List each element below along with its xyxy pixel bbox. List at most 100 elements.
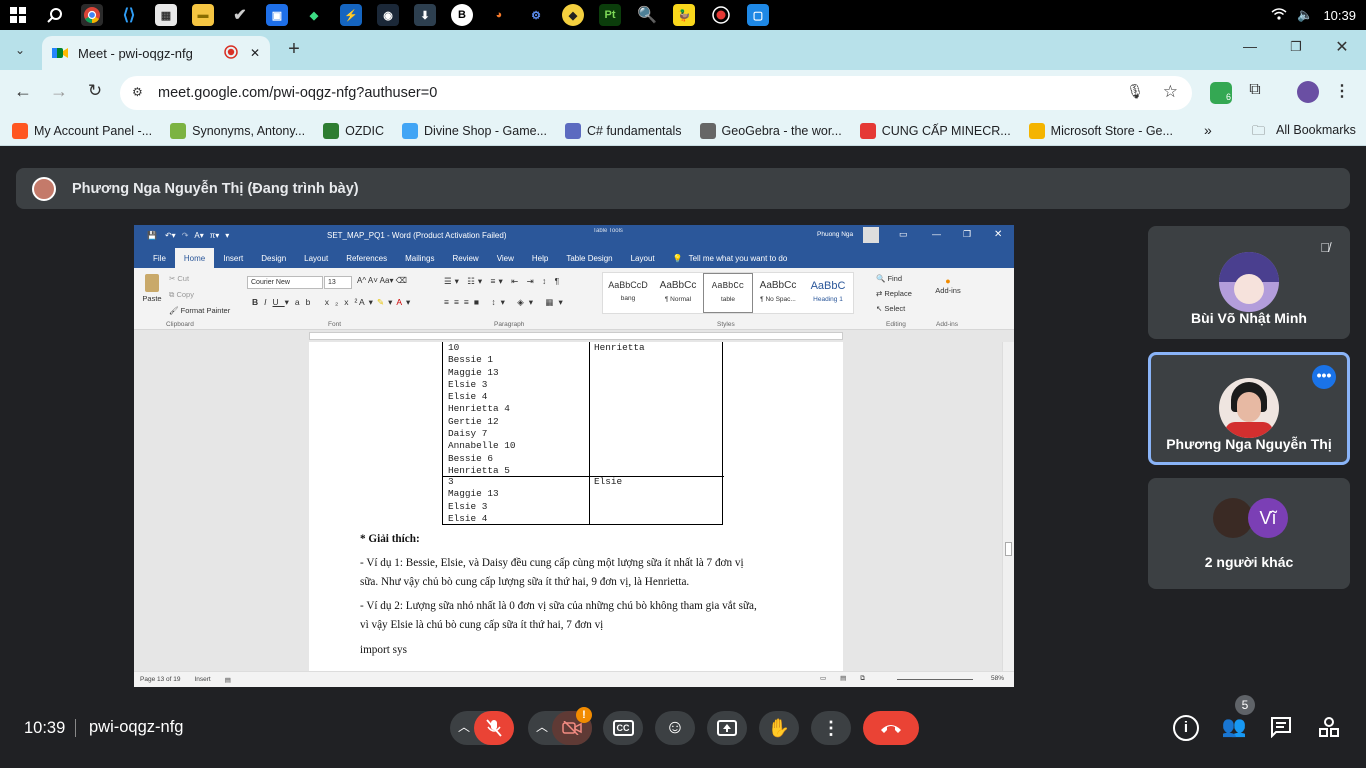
bookmark-item[interactable]: GeoGebra - the wor... [699,122,842,139]
select-button[interactable]: ↖ Select [876,304,905,313]
font-name-select[interactable]: Courier New [247,276,323,289]
zoom-level[interactable]: 58% [991,675,1004,682]
clock-time[interactable]: 10:39 [1323,8,1356,23]
tab-meet[interactable]: Meet - pwi-oqgz-nfg ✕ [42,36,270,70]
table-cell-input-2[interactable]: 3 Maggie 13 Elsie 3 Elsie 4 [448,476,499,525]
font-size-select[interactable]: 13 [324,276,352,289]
chrome-menu-icon[interactable]: ⋮ [1334,81,1350,103]
site-info-icon[interactable]: ⚙ [132,85,143,99]
cut-button[interactable]: ✂ Cut [169,274,189,283]
bookmarks-overflow-icon[interactable]: » [1204,122,1212,138]
tab-table-design[interactable]: Table Design [557,248,621,268]
close-window-button[interactable]: ✕ [1330,37,1354,61]
font-color-buttons[interactable]: A▾✎▾A▾ [359,297,414,308]
page-count[interactable]: Page 13 of 19 [140,676,180,683]
file-explorer-icon[interactable]: ▬ [192,4,214,26]
steam-icon[interactable]: ◉ [377,4,399,26]
save-icon[interactable]: 💾 [147,231,157,240]
bookmark-item[interactable]: OZDIC [323,122,384,139]
bookmark-star-icon[interactable]: ☆ [1163,82,1178,102]
tab-view[interactable]: View [488,248,523,268]
more-options-button[interactable]: ⋮ [811,711,851,745]
photoshop-icon[interactable]: Pt [599,4,621,26]
app-blue-icon[interactable]: ▣ [266,4,288,26]
view-buttons[interactable]: ▭▤⧉ [820,674,879,683]
tab-mailings[interactable]: Mailings [396,248,443,268]
tab-references[interactable]: References [337,248,396,268]
participant-tile-others[interactable]: Vĩ 2 người khác [1148,478,1350,589]
address-bar[interactable]: ⚙ meet.google.com/pwi-oqgz-nfg?authuser=… [120,76,1192,110]
mic-options-button[interactable]: ︿ [450,711,514,745]
word-close-button[interactable]: ✕ [994,229,1002,240]
replace-button[interactable]: ⇄ Replace [876,289,912,298]
app-orange-icon[interactable]: 🔍 [636,4,658,26]
wifi-icon[interactable] [1271,7,1287,23]
app-blue-square-icon[interactable]: ⚡ [340,4,362,26]
forward-button[interactable]: → [47,81,71,105]
participant-tile-minh[interactable]: 🎙̸ Bùi Võ Nhật Minh [1148,226,1350,339]
insert-mode[interactable]: Insert [194,676,210,683]
blender-icon[interactable]: ◕ [488,4,510,26]
tell-me-box[interactable]: 💡 Tell me what you want to do [664,248,797,268]
undo-icon[interactable]: ↶▾ [165,231,176,240]
style-no-spacing[interactable]: AaBbCc ¶ No Spac... [753,273,803,313]
tab-help[interactable]: Help [523,248,557,268]
ribbon-display-icon[interactable]: ▭ [899,229,908,240]
mic-off-button[interactable] [474,711,514,745]
vertical-scrollbar[interactable] [1002,342,1014,671]
format-icon[interactable]: A▾ [194,231,203,240]
windows-start-icon[interactable] [7,4,29,26]
tab-insert[interactable]: Insert [214,248,252,268]
word-restore-button[interactable]: ❐ [963,229,971,240]
app-screen-icon[interactable]: ▢ [747,4,769,26]
app-yellow-icon[interactable]: ◆ [562,4,584,26]
font-format-buttons[interactable]: BIU▾ab x₂x² [252,297,363,308]
all-bookmarks-link[interactable]: All Bookmarks [1276,123,1356,137]
back-button[interactable]: ← [11,81,35,105]
raise-hand-button[interactable]: ✋ [759,711,799,745]
style-heading1[interactable]: AaBbC Heading 1 [803,273,853,313]
align-buttons[interactable]: ≡≡≡■ ↕▾ ◈▾ ▦▾ [444,297,568,308]
redo-icon[interactable]: ↷ [182,231,189,240]
tab-search-button[interactable]: ⌄ [8,38,32,62]
settings-gear-icon[interactable]: ⚙ [525,4,547,26]
find-button[interactable]: 🔍 Find [876,274,902,283]
tab-review[interactable]: Review [443,248,487,268]
tab-file[interactable]: File [144,248,175,268]
table-cell-input-1[interactable]: 10 Bessie 1 Maggie 13 Elsie 3 Elsie 4 Henriet… [448,342,516,477]
word-page[interactable]: 10 Bessie 1 Maggie 13 Elsie 3 Elsie 4 Henriet… [309,342,843,671]
activities-button[interactable] [1318,716,1342,740]
tab-design[interactable]: Design [252,248,295,268]
customize-icon[interactable]: ▾ [225,231,229,240]
chrome-icon[interactable] [81,4,103,26]
style-normal[interactable]: AaBbCc ¶ Normal [653,273,703,313]
new-tab-button[interactable]: + [282,37,306,61]
url-text[interactable]: meet.google.com/pwi-oqgz-nfg?authuser=0 [158,85,437,101]
bookmark-item[interactable]: Synonyms, Antony... [170,122,305,139]
app-download-icon[interactable]: ⬇ [414,4,436,26]
participant-tile-nga[interactable]: ••• Phương Nga Nguyễn Thị [1148,352,1350,465]
format-painter-button[interactable]: 🖌 Format Painter [169,306,230,315]
android-studio-icon[interactable]: ◆ [303,4,325,26]
profile-avatar[interactable] [1297,81,1319,103]
leave-call-button[interactable] [863,711,919,745]
scroll-thumb[interactable] [1005,542,1012,556]
emoji-button[interactable]: ☺ [655,711,695,745]
duck-icon[interactable]: 🦆 [673,4,695,26]
paste-button[interactable]: Paste [142,274,162,303]
zoom-slider[interactable] [897,679,973,680]
bookmark-item[interactable]: Divine Shop - Game... [402,122,547,139]
reload-button[interactable]: ↻ [83,81,107,105]
tab-table-layout[interactable]: Layout [622,248,664,268]
copy-button[interactable]: ⧉ Copy [169,290,194,300]
present-button[interactable] [707,711,747,745]
participants-button[interactable]: 👥 [1220,714,1248,742]
equation-icon[interactable]: π▾ [210,231,220,240]
list-buttons[interactable]: ☰▾ ☷▾ ≡▾ ⇤ ⇥ ↕ ¶ [444,276,562,287]
search-icon[interactable] [44,4,66,26]
table-cell-output-2[interactable]: Elsie [594,476,622,488]
more-options-icon[interactable]: ••• [1312,365,1336,389]
captions-button[interactable]: CC [603,711,643,745]
style-bang[interactable]: AaBbCcD bang [603,273,653,313]
bookmark-item[interactable]: CUNG CẤP MINECR... [859,122,1011,139]
